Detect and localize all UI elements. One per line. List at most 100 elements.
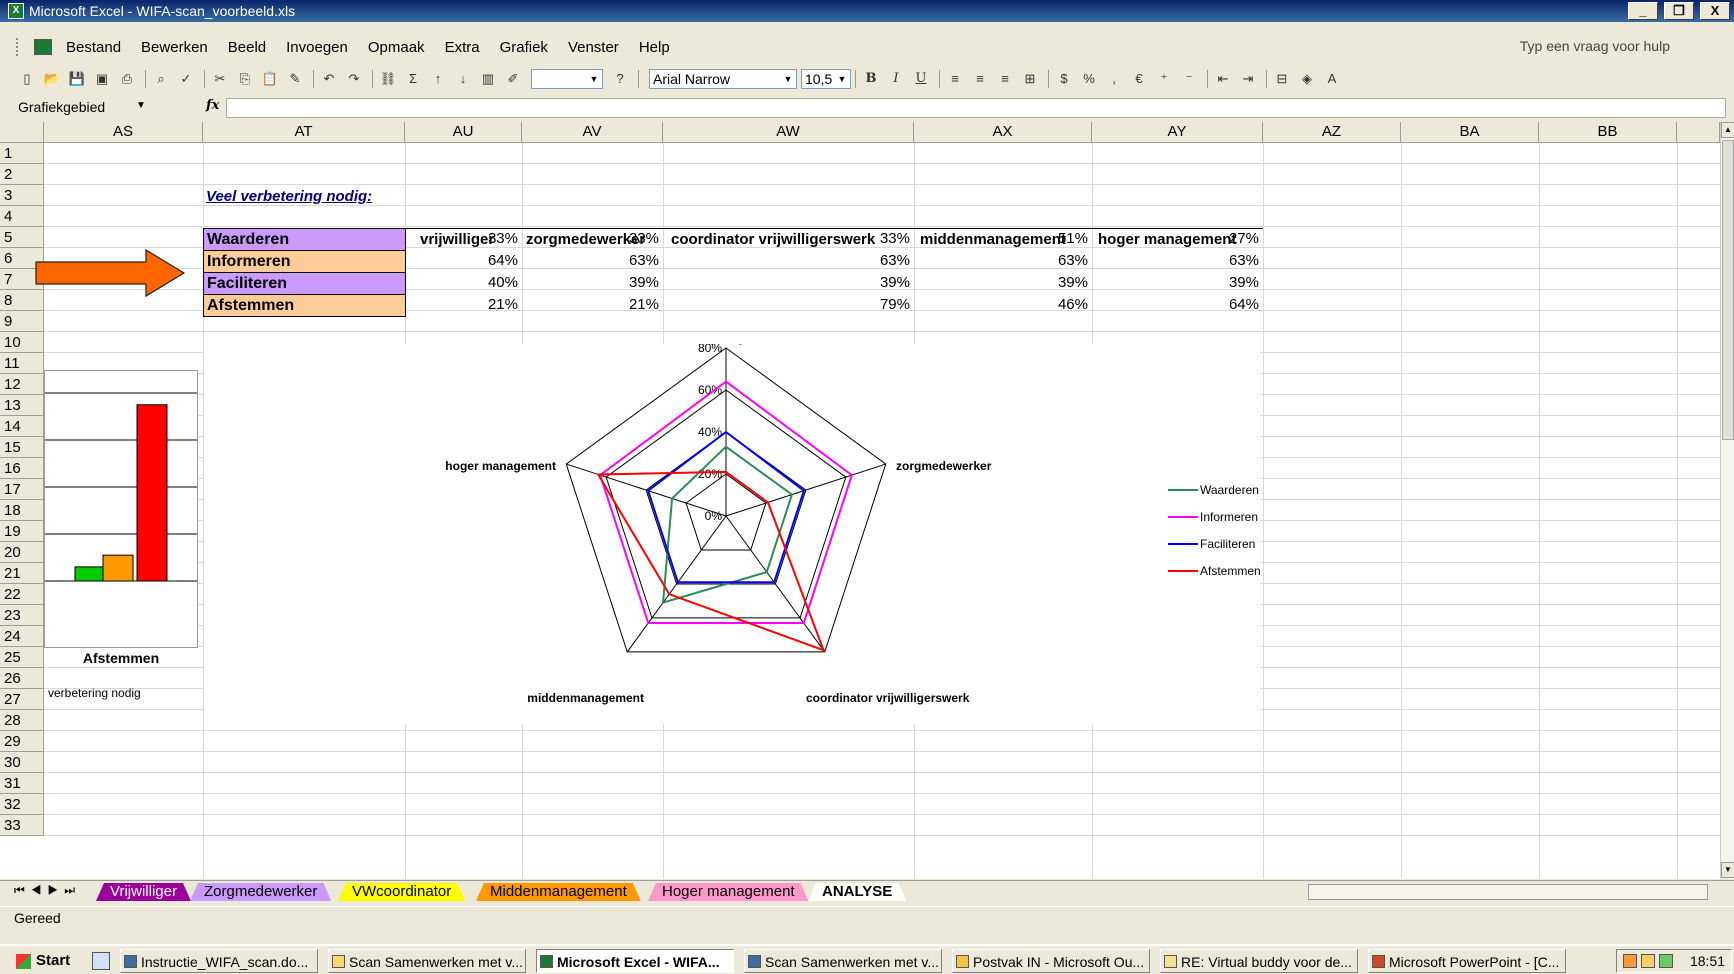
vertical-scrollbar[interactable]: ▲ ▼ <box>1720 122 1734 879</box>
open-icon[interactable]: 📂 <box>41 69 63 89</box>
col-header-bb[interactable]: BB <box>1539 122 1677 143</box>
hyperlink-icon[interactable]: ⛓ <box>377 69 399 89</box>
new-icon[interactable]: ▯ <box>16 69 38 89</box>
spelling-icon[interactable]: ✓ <box>175 69 197 89</box>
row-header[interactable]: 29 <box>0 731 44 752</box>
chevron-down-icon[interactable]: ▼ <box>136 100 146 111</box>
col-header-as[interactable]: AS <box>44 122 203 143</box>
value-faciliteren-hoger[interactable]: 39% <box>1092 272 1263 294</box>
sum-icon[interactable]: Σ <box>402 69 424 89</box>
align-center-icon[interactable]: ≡ <box>969 69 991 89</box>
name-box[interactable]: Grafiekgebied <box>18 99 105 115</box>
redo-icon[interactable]: ↷ <box>343 69 365 89</box>
help-icon[interactable]: ? <box>609 69 631 89</box>
row-header[interactable]: 18 <box>0 500 44 521</box>
menu-help[interactable]: Help <box>639 39 670 56</box>
orange-arrow-shape[interactable] <box>34 248 186 298</box>
spreadsheet-grid[interactable]: AS AT AU AV AW AX AY AZ BA BB 1234567891… <box>0 122 1720 879</box>
value-afstemmen-middenmanagement[interactable]: 46% <box>914 294 1092 316</box>
scroll-down-button[interactable]: ▼ <box>1721 862 1734 878</box>
row-header[interactable]: 27 <box>0 689 44 710</box>
row-header[interactable]: 15 <box>0 437 44 458</box>
row-header[interactable]: 21 <box>0 563 44 584</box>
row-header[interactable]: 4 <box>0 206 44 227</box>
mini-bar-chart[interactable] <box>44 370 198 648</box>
show-desktop-icon[interactable] <box>92 952 110 970</box>
decrease-indent-icon[interactable]: ⇤ <box>1212 69 1234 89</box>
row-label-waarderen[interactable]: Waarderen <box>203 228 406 251</box>
row-header[interactable]: 22 <box>0 584 44 605</box>
document-icon[interactable] <box>34 39 52 55</box>
value-faciliteren-middenmanagement[interactable]: 39% <box>914 272 1092 294</box>
row-header[interactable]: 3 <box>0 185 44 206</box>
bold-button[interactable]: B <box>860 69 882 89</box>
col-header-ay[interactable]: AY <box>1092 122 1263 143</box>
row-header[interactable]: 17 <box>0 479 44 500</box>
borders-icon[interactable]: ⊟ <box>1271 69 1293 89</box>
value-waarderen-vrijwilliger[interactable]: 33% <box>405 228 522 250</box>
merge-center-icon[interactable]: ⊞ <box>1019 69 1041 89</box>
row-label-faciliteren[interactable]: Faciliteren <box>203 272 406 295</box>
italic-button[interactable]: I <box>885 69 907 89</box>
format-painter-icon[interactable]: ✎ <box>284 69 306 89</box>
value-informeren-hoger[interactable]: 63% <box>1092 250 1263 272</box>
radar-chart-area[interactable]: 0%20%40%60%80%vrijwilligerzorgmedewerker… <box>204 331 1261 724</box>
fx-icon[interactable]: fx <box>206 98 219 113</box>
value-waarderen-middenmanagement[interactable]: 51% <box>914 228 1092 250</box>
save-icon[interactable]: 💾 <box>66 69 88 89</box>
task-instructie[interactable]: Instructie_WIFA_scan.do... <box>120 949 318 973</box>
formula-input[interactable] <box>226 98 1726 118</box>
row-header[interactable]: 32 <box>0 794 44 815</box>
row-header[interactable]: 20 <box>0 542 44 563</box>
value-faciliteren-coordinator[interactable]: 39% <box>663 272 914 294</box>
align-left-icon[interactable]: ≡ <box>944 69 966 89</box>
row-header[interactable]: 23 <box>0 605 44 626</box>
menu-extra[interactable]: Extra <box>445 39 480 56</box>
align-right-icon[interactable]: ≡ <box>994 69 1016 89</box>
row-header[interactable]: 25 <box>0 647 44 668</box>
row-label-informeren[interactable]: Informeren <box>203 250 406 273</box>
euro-icon[interactable]: € <box>1128 69 1150 89</box>
scroll-up-button[interactable]: ▲ <box>1721 122 1734 138</box>
font-size-combo[interactable]: 10,5 ▼ <box>801 69 851 89</box>
tab-vwcoordinator[interactable]: VWcoordinator <box>338 883 465 901</box>
print-icon[interactable]: ⎙ <box>116 69 138 89</box>
row-header[interactable]: 16 <box>0 458 44 479</box>
value-waarderen-coordinator[interactable]: 33% <box>663 228 914 250</box>
row-header[interactable]: 33 <box>0 815 44 836</box>
currency-icon[interactable]: $ <box>1053 69 1075 89</box>
row-label-afstemmen[interactable]: Afstemmen <box>203 294 406 317</box>
menu-invoegen[interactable]: Invoegen <box>286 39 348 56</box>
menu-beeld[interactable]: Beeld <box>228 39 266 56</box>
row-header[interactable]: 13 <box>0 395 44 416</box>
row-header[interactable]: 5 <box>0 227 44 248</box>
tab-hoger-management[interactable]: Hoger management <box>648 883 809 901</box>
value-faciliteren-zorgmedewerker[interactable]: 39% <box>522 272 663 294</box>
col-header-aw[interactable]: AW <box>663 122 914 143</box>
increase-indent-icon[interactable]: ⇥ <box>1237 69 1259 89</box>
row-header[interactable]: 19 <box>0 521 44 542</box>
tab-vrijwilliger[interactable]: Vrijwilliger <box>96 883 191 901</box>
row-header[interactable]: 14 <box>0 416 44 437</box>
network-icon[interactable] <box>1659 954 1673 968</box>
menu-opmaak[interactable]: Opmaak <box>368 39 425 56</box>
tab-middenmanagement[interactable]: Middenmanagement <box>476 883 641 901</box>
menu-venster[interactable]: Venster <box>568 39 619 56</box>
copy-icon[interactable]: ⎘ <box>234 69 256 89</box>
print-preview-icon[interactable]: ⌕ <box>150 69 172 89</box>
value-afstemmen-hoger[interactable]: 64% <box>1092 294 1263 316</box>
drawing-icon[interactable]: ✐ <box>502 69 524 89</box>
menu-bewerken[interactable]: Bewerken <box>141 39 208 56</box>
task-powerpoint[interactable]: Microsoft PowerPoint - [C... <box>1368 949 1566 973</box>
permission-icon[interactable]: ▣ <box>91 69 113 89</box>
col-header-ba[interactable]: BA <box>1401 122 1539 143</box>
value-faciliteren-vrijwilliger[interactable]: 40% <box>405 272 522 294</box>
minimize-button[interactable]: _ <box>1628 2 1658 20</box>
col-header-av[interactable]: AV <box>522 122 663 143</box>
help-search-box[interactable]: Typ een vraag voor hulp <box>1520 38 1670 54</box>
col-header-au[interactable]: AU <box>405 122 522 143</box>
menu-grafiek[interactable]: Grafiek <box>500 39 548 56</box>
tab-zorgmedewerker[interactable]: Zorgmedewerker <box>190 883 331 901</box>
fill-color-icon[interactable]: ◈ <box>1296 69 1318 89</box>
task-excel[interactable]: Microsoft Excel - WIFA... <box>536 949 734 973</box>
